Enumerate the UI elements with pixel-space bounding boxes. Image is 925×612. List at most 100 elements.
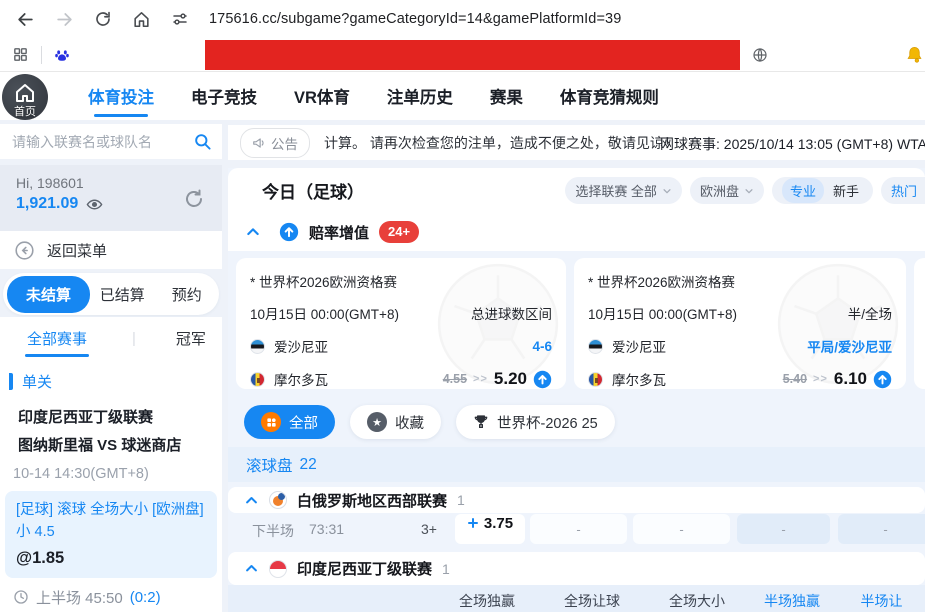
megaphone-icon (252, 136, 266, 150)
notice-ticker: 网球赛事: 2025/10/14 13:05 (GMT+8) WTA宁 (660, 134, 925, 154)
back-to-menu-button[interactable]: 返回菜单 (0, 231, 222, 269)
inplay-count: 22 (300, 456, 317, 474)
refresh-balance-icon[interactable] (182, 187, 206, 211)
indonesia-flag-icon (269, 560, 287, 578)
search-input[interactable] (12, 134, 193, 150)
match-line: 3+ (421, 521, 437, 537)
bookmark-baidu[interactable] (54, 47, 77, 63)
category-chips: 全部 ★ 收藏 世界杯-2026 25 (228, 396, 925, 440)
page-title: 今日（足球） (262, 178, 364, 203)
trophy-icon (473, 414, 489, 430)
league-header-belarus[interactable]: 白俄罗斯地区西部联赛 1 (228, 487, 925, 513)
chip-worldcup[interactable]: 世界杯-2026 25 (456, 405, 615, 439)
bell-icon[interactable] (905, 45, 924, 64)
ticket-teams: 图纳斯里福 VS 球迷商店 (18, 434, 222, 455)
hot-filter[interactable]: 热门 (881, 177, 925, 204)
notice-message: 计算。 请再次检查您的注单，造成不便之处，敬请见谅！ (324, 133, 678, 153)
boost-card[interactable]: * 世界杯2026欧洲资格赛 10月15日 00:00(GMT+8) 总进球数区… (236, 258, 566, 389)
match-clock: 73:31 (309, 521, 344, 537)
mode-toggle[interactable]: 专业 新手 (772, 177, 873, 204)
search-bar (0, 124, 222, 159)
tab-esports[interactable]: 电子竞技 (191, 84, 257, 108)
card-selection: 平局/爱沙尼亚 (807, 336, 892, 356)
card-time: 10月15日 00:00(GMT+8) (250, 303, 399, 323)
odds-cell-empty: - (633, 514, 730, 544)
panel-header: 今日（足球） 选择联赛 全部 欧洲盘 专业 新手 热门 (228, 168, 925, 213)
boost-icon (279, 222, 299, 242)
tab-all-events[interactable]: 全部赛事 (27, 328, 87, 349)
grid-icon (261, 412, 281, 432)
address-bar[interactable]: 175616.cc/subgame?gameCategoryId=14&game… (209, 11, 621, 27)
col-ft-overunder: 全场大小 (669, 591, 725, 611)
card-league: * 世界杯2026欧洲资格赛 (588, 271, 892, 291)
search-icon[interactable] (193, 132, 212, 151)
divider: | (132, 330, 136, 347)
boost-label: 赔率增值 (309, 222, 369, 243)
old-odds: 4.55 (443, 372, 467, 386)
league-badge-icon (269, 491, 287, 509)
inplay-section-header[interactable]: 滚球盘 22 (228, 447, 925, 482)
ticket-live-status: 上半场 45:50 (0:2) (13, 587, 222, 608)
reload-icon[interactable] (94, 10, 112, 28)
odds-cell-empty: - (530, 514, 627, 544)
old-odds: 5.40 (783, 372, 807, 386)
chevron-up-icon[interactable] (245, 224, 261, 240)
card-team2: 摩尔多瓦 (612, 369, 666, 389)
market-type-dropdown[interactable]: 欧洲盘 (690, 177, 764, 204)
chip-all[interactable]: 全部 (244, 405, 335, 439)
house-icon (13, 81, 37, 105)
market-columns-header: 全场独赢 全场让球 全场大小 半场独赢 半场让球 (228, 585, 925, 612)
chevron-up-icon[interactable] (244, 493, 259, 508)
tab-rules[interactable]: 体育竞猜规则 (560, 84, 659, 108)
card-market: 总进球数区间 (471, 303, 552, 323)
globe-icon (752, 47, 768, 63)
ad-banner[interactable] (205, 40, 740, 70)
site-navigation: 首页 体育投注 电子竞技 VR体育 注单历史 赛果 体育竞猜规则 (0, 72, 925, 120)
col-ht-1x2: 半场独赢 (764, 591, 820, 611)
back-icon[interactable] (16, 10, 35, 29)
section-marker (9, 373, 13, 390)
eye-icon[interactable] (86, 196, 103, 213)
home-fab-button[interactable]: 首页 (2, 74, 48, 120)
tab-vr-sports[interactable]: VR体育 (294, 84, 350, 108)
notice-badge: 公告 (240, 128, 310, 158)
match-period: 下半场 (252, 521, 294, 541)
league-filter-dropdown[interactable]: 选择联赛 全部 (565, 177, 682, 204)
tab-outright[interactable]: 冠军 (176, 328, 206, 349)
site-info-icon[interactable] (171, 10, 189, 28)
odds-boost-section: 赔率增值 24+ (228, 213, 925, 251)
tab-reserved[interactable]: 预约 (155, 284, 220, 305)
tab-sports-betting[interactable]: 体育投注 (88, 84, 154, 108)
ticket-odds: @1.85 (16, 549, 206, 568)
league-header-indonesia[interactable]: 印度尼西亚丁级联赛 1 (228, 552, 925, 585)
mode-novice[interactable]: 新手 (829, 181, 863, 200)
live-match-row: 下半场 73:31 3+ 3.75 - - - - (228, 513, 925, 545)
arrow-left-circle-icon (14, 240, 35, 261)
apps-grid-icon[interactable] (12, 46, 29, 63)
star-icon: ★ (367, 412, 387, 432)
col-ft-1x2: 全场独赢 (459, 591, 515, 611)
odds-up-icon (873, 370, 892, 389)
forward-icon[interactable] (55, 10, 74, 29)
boost-card-partial[interactable] (914, 258, 925, 389)
bookmark-haiyan[interactable] (752, 47, 775, 63)
mode-pro[interactable]: 专业 (782, 178, 824, 203)
ticket-bet-box: [足球] 滚球 全场大小 [欧洲盘] 小 4.5 @1.85 (5, 491, 217, 578)
odds-cell-boosted[interactable]: 3.75 (455, 514, 525, 544)
tab-results[interactable]: 赛果 (490, 84, 523, 108)
odds-up-icon (533, 370, 552, 389)
card-odds[interactable]: 5.40 >> 6.10 (783, 369, 892, 389)
single-bet-section: 单关 (0, 371, 222, 391)
chevron-up-icon[interactable] (244, 561, 259, 576)
boost-cards-row: * 世界杯2026欧洲资格赛 10月15日 00:00(GMT+8) 总进球数区… (228, 251, 925, 396)
tab-bet-history[interactable]: 注单历史 (387, 84, 453, 108)
main-panel: 今日（足球） 选择联赛 全部 欧洲盘 专业 新手 热门 (228, 168, 925, 612)
card-odds[interactable]: 4.55 >> 5.20 (443, 369, 552, 389)
new-odds: 5.20 (494, 369, 527, 389)
home-icon[interactable] (132, 10, 151, 29)
card-team1: 爱沙尼亚 (274, 336, 328, 356)
tab-settled[interactable]: 已结算 (90, 284, 155, 305)
tab-unsettled[interactable]: 未结算 (7, 276, 90, 313)
chip-favorites[interactable]: ★ 收藏 (350, 405, 441, 439)
boost-card[interactable]: * 世界杯2026欧洲资格赛 10月15日 00:00(GMT+8) 半/全场 … (574, 258, 906, 389)
